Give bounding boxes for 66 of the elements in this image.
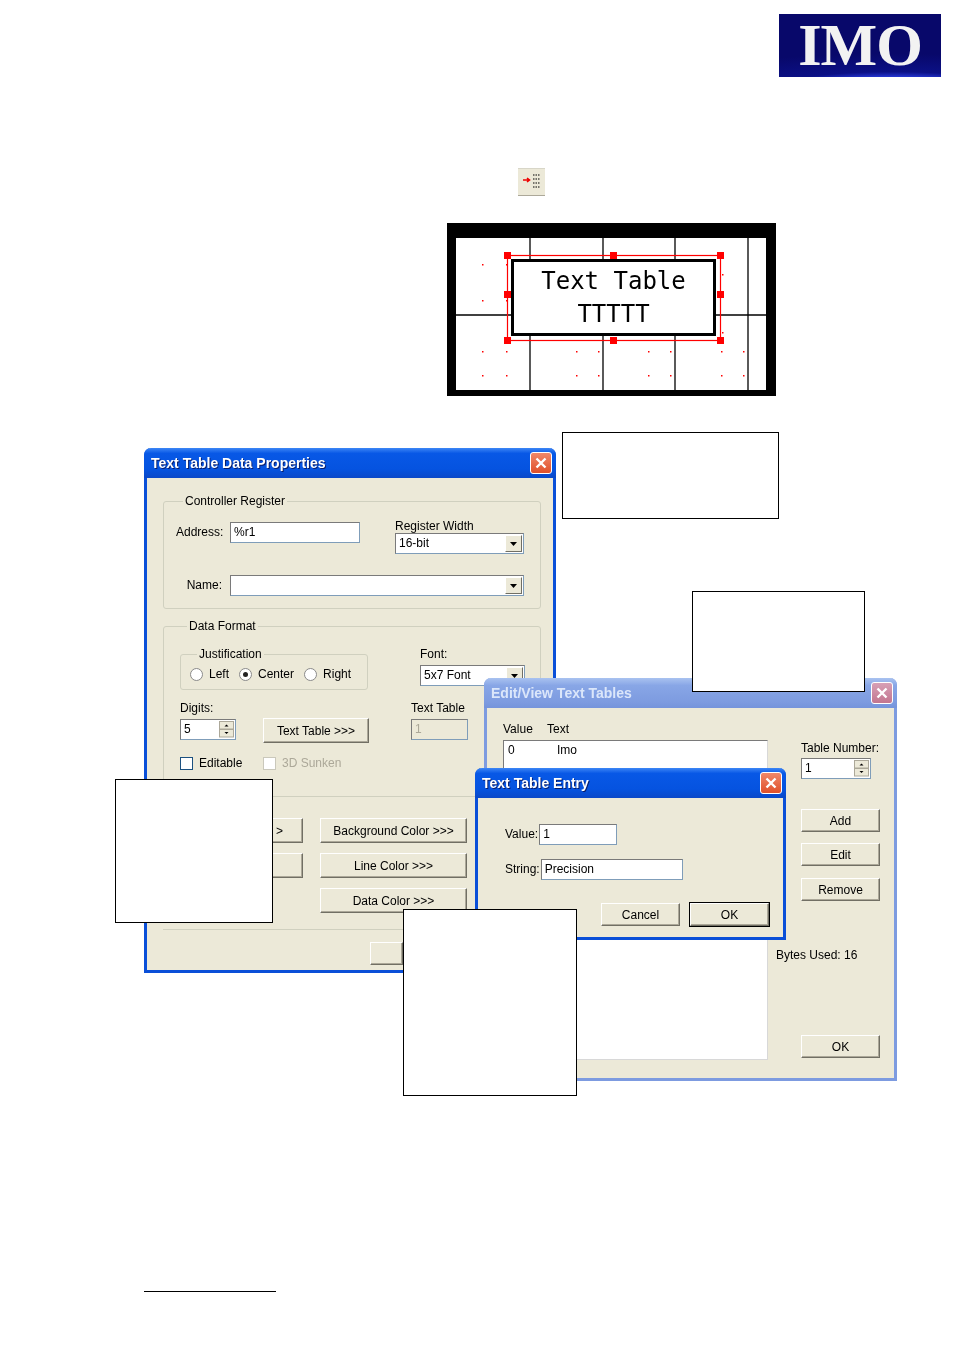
column-header: Value xyxy=(503,722,534,736)
checkbox[interactable] xyxy=(180,756,193,770)
radio-button[interactable] xyxy=(239,667,252,681)
radio-label: Left xyxy=(209,667,229,681)
dropdown-button[interactable] xyxy=(505,535,522,552)
color-button[interactable]: Line Color >>> xyxy=(320,853,467,878)
field-label: String: xyxy=(505,861,540,878)
field-label: Digits: xyxy=(180,702,214,715)
arrow-list-icon xyxy=(521,173,542,191)
field-label: Name: xyxy=(185,577,223,594)
group-label: Justification xyxy=(198,647,263,661)
table-number-spinner[interactable]: 1 xyxy=(801,758,871,779)
digits-spinner[interactable]: 5 xyxy=(180,719,236,740)
window-title: Edit/View Text Tables xyxy=(491,685,632,701)
color-button[interactable]: Background Color >>> xyxy=(320,818,467,843)
field-label: Font: xyxy=(420,647,448,661)
display-text: TTTTT xyxy=(577,300,650,329)
text-table-button[interactable]: Text Table >>> xyxy=(263,718,369,743)
spin-arrows-icon[interactable] xyxy=(219,721,234,738)
close-icon xyxy=(535,457,547,469)
dialog-button[interactable]: > xyxy=(272,818,303,843)
string-field[interactable]: Precision xyxy=(540,859,683,880)
display-text: Text Table xyxy=(541,266,686,295)
field-label: Table Number: xyxy=(801,741,880,755)
address-field[interactable]: %r1 xyxy=(230,522,360,543)
group-label: Controller Register xyxy=(184,494,287,508)
bytes-used-text: Bytes Used: 16 xyxy=(776,948,858,962)
dropdown-button[interactable] xyxy=(505,577,522,594)
field-label: Address: xyxy=(176,524,225,541)
checkbox-label: Editable xyxy=(199,756,243,770)
window-title: Text Table Data Properties xyxy=(151,455,326,471)
radio-label: Right xyxy=(323,667,352,681)
column-header: Text xyxy=(547,722,569,736)
window-title: Text Table Entry xyxy=(482,775,589,791)
group-label: Data Format xyxy=(188,619,257,633)
name-select[interactable] xyxy=(230,575,524,596)
field-label: Value: xyxy=(505,826,539,843)
dialog-button[interactable]: Edit xyxy=(801,843,880,866)
toolbar-button[interactable] xyxy=(518,168,545,196)
close-button[interactable] xyxy=(530,452,552,474)
table-cell: Imo xyxy=(557,743,577,757)
logo: IMO xyxy=(779,14,941,77)
close-button[interactable] xyxy=(760,772,782,794)
radio-button[interactable] xyxy=(190,667,203,681)
caret-icon xyxy=(510,583,517,588)
table-cell-text: 0 xyxy=(508,743,516,757)
field-label: Text Table xyxy=(411,702,465,715)
close-button[interactable] xyxy=(871,682,893,704)
dialog-button[interactable]: OK xyxy=(690,903,769,926)
value-field[interactable]: 1 xyxy=(539,824,618,845)
table-number-field: 1 xyxy=(411,719,468,740)
field-label: Register Width xyxy=(395,520,474,533)
checkbox-label: 3D Sunken xyxy=(282,756,342,770)
dialog-button[interactable]: Cancel xyxy=(601,903,680,926)
dialog-button[interactable] xyxy=(272,853,303,878)
dialog-button[interactable]: Add xyxy=(801,809,880,832)
spin-arrows-icon[interactable] xyxy=(854,760,869,777)
close-icon xyxy=(876,687,888,699)
dialog-button[interactable]: Remove xyxy=(801,878,880,901)
close-icon xyxy=(765,777,777,789)
register-width-select[interactable]: 16-bit xyxy=(395,533,524,554)
radio-button[interactable] xyxy=(304,667,318,681)
caret-icon xyxy=(510,541,517,546)
color-button[interactable]: Data Color >>> xyxy=(320,888,467,913)
radio-label: Center xyxy=(258,667,295,681)
ok-button[interactable]: OK xyxy=(801,1035,880,1058)
